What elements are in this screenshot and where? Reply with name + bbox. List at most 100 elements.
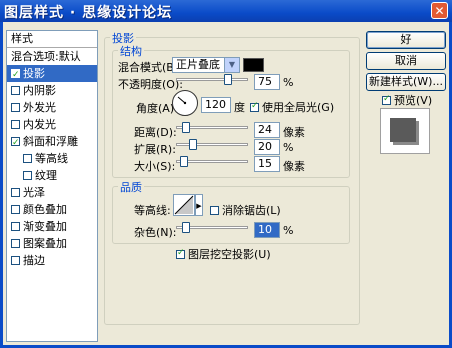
spread-slider-thumb[interactable]: [189, 139, 197, 150]
distance-input[interactable]: 24: [254, 122, 280, 138]
noise-label: 杂色(N):: [134, 226, 177, 239]
style-item-checkbox[interactable]: [11, 86, 20, 95]
opacity-slider-thumb[interactable]: [224, 74, 232, 85]
style-item[interactable]: 描边: [7, 252, 97, 269]
opacity-slider[interactable]: [176, 74, 248, 85]
style-item-label: 渐变叠加: [23, 220, 67, 233]
style-item-label: 等高线: [35, 152, 68, 165]
antialias-checkbox[interactable]: 消除锯齿(L): [210, 202, 281, 218]
style-item-checkbox[interactable]: [11, 135, 20, 152]
style-item[interactable]: 斜面和浮雕: [7, 133, 97, 152]
knockout-check[interactable]: [176, 248, 185, 259]
opacity-unit: %: [283, 76, 294, 89]
style-item-checkbox[interactable]: [11, 239, 20, 248]
global-light-checkbox[interactable]: 使用全局光(G): [250, 99, 334, 115]
style-item[interactable]: 等高线: [7, 150, 97, 167]
contour-picker[interactable]: [173, 194, 195, 216]
angle-input[interactable]: 120: [201, 97, 231, 113]
style-item-checkbox[interactable]: [11, 222, 20, 231]
style-item-label: 内阴影: [23, 84, 56, 97]
blend-mode-value: 正片叠底: [176, 58, 220, 71]
angle-dial-needle: [177, 96, 187, 105]
style-item[interactable]: 渐变叠加: [7, 218, 97, 235]
styles-list: 样式 混合选项:默认 投影内阴影外发光内发光斜面和浮雕等高线纹理光泽颜色叠加渐变…: [6, 30, 98, 342]
style-item-label: 外发光: [23, 101, 56, 114]
cancel-button[interactable]: 取消: [366, 52, 446, 70]
style-item[interactable]: 颜色叠加: [7, 201, 97, 218]
preview-square: [390, 118, 416, 142]
style-item[interactable]: 光泽: [7, 184, 97, 201]
blend-options-item[interactable]: 混合选项:默认: [7, 48, 97, 65]
angle-unit: 度: [234, 101, 245, 114]
quality-title: 品质: [118, 179, 144, 195]
structure-title: 结构: [118, 43, 144, 59]
opacity-slider-track: [176, 78, 248, 81]
knockout-checkbox[interactable]: 图层挖空投影(U): [176, 246, 271, 262]
distance-unit: 像素: [283, 126, 305, 139]
size-input[interactable]: 15: [254, 156, 280, 172]
title-bar: 图层样式 · 思缘设计论坛 ✕: [0, 0, 452, 22]
style-item-label: 图案叠加: [23, 237, 67, 250]
preview-check[interactable]: [382, 94, 391, 105]
distance-slider-thumb[interactable]: [182, 122, 190, 133]
style-item-label: 光泽: [23, 186, 45, 199]
global-light-check[interactable]: [250, 101, 259, 112]
size-slider[interactable]: [176, 156, 248, 167]
close-button[interactable]: ✕: [431, 2, 448, 19]
knockout-label: 图层挖空投影(U): [188, 248, 271, 261]
spread-slider[interactable]: [176, 139, 248, 150]
noise-input[interactable]: 10: [254, 222, 280, 238]
style-item[interactable]: 外发光: [7, 99, 97, 116]
size-slider-thumb[interactable]: [180, 156, 188, 167]
style-item-label: 投影: [23, 67, 45, 80]
antialias-label: 消除锯齿(L): [222, 204, 281, 217]
style-item-checkbox[interactable]: [11, 256, 20, 265]
size-unit: 像素: [283, 160, 305, 173]
style-item-label: 颜色叠加: [23, 203, 67, 216]
style-item-checkbox[interactable]: [11, 103, 20, 112]
shadow-color-swatch[interactable]: [243, 58, 264, 72]
style-item-checkbox[interactable]: [23, 154, 32, 163]
spread-unit: %: [283, 141, 294, 154]
styles-header[interactable]: 样式: [7, 31, 97, 48]
preview-checkbox[interactable]: 预览(V): [382, 92, 432, 108]
spread-input[interactable]: 20: [254, 139, 280, 155]
window-title: 图层样式 · 思缘设计论坛: [4, 5, 173, 21]
ok-button[interactable]: 好: [366, 31, 446, 49]
noise-slider[interactable]: [176, 222, 248, 233]
global-light-label: 使用全局光(G): [262, 101, 335, 114]
preview-label: 预览(V): [394, 94, 433, 107]
close-icon: ✕: [434, 4, 445, 18]
opacity-input[interactable]: 75: [254, 74, 280, 90]
spread-label: 扩展(R):: [134, 143, 176, 156]
contour-label: 等高线:: [134, 204, 171, 217]
style-item[interactable]: 内发光: [7, 116, 97, 133]
distance-slider[interactable]: [176, 122, 248, 133]
style-item[interactable]: 图案叠加: [7, 235, 97, 252]
style-item-checkbox[interactable]: [11, 188, 20, 197]
style-item[interactable]: 内阴影: [7, 82, 97, 99]
style-item-label: 内发光: [23, 118, 56, 131]
new-style-button[interactable]: 新建样式(W)...: [366, 73, 446, 91]
contour-dropdown[interactable]: ▶: [195, 194, 203, 216]
chevron-down-icon: ▼: [224, 58, 239, 72]
spread-slider-track: [176, 143, 248, 146]
style-item-checkbox[interactable]: [11, 120, 20, 129]
size-label: 大小(S):: [134, 160, 176, 173]
style-item-label: 描边: [23, 254, 45, 267]
angle-dial[interactable]: [172, 90, 198, 116]
style-item[interactable]: 投影: [7, 65, 97, 84]
chevron-down-icon: ▶: [196, 202, 202, 210]
noise-unit: %: [283, 224, 294, 237]
style-item-checkbox[interactable]: [11, 205, 20, 214]
style-item-checkbox[interactable]: [23, 171, 32, 180]
style-item-label: 纹理: [35, 169, 57, 182]
style-item-label: 斜面和浮雕: [23, 135, 78, 148]
style-item[interactable]: 纹理: [7, 167, 97, 184]
style-item-checkbox[interactable]: [11, 67, 20, 84]
contour-curve-icon: [174, 195, 194, 215]
antialias-check[interactable]: [210, 206, 219, 215]
preview-thumbnail: [380, 108, 430, 154]
blend-mode-select[interactable]: 正片叠底 ▼: [172, 57, 240, 73]
noise-slider-thumb[interactable]: [182, 222, 190, 233]
